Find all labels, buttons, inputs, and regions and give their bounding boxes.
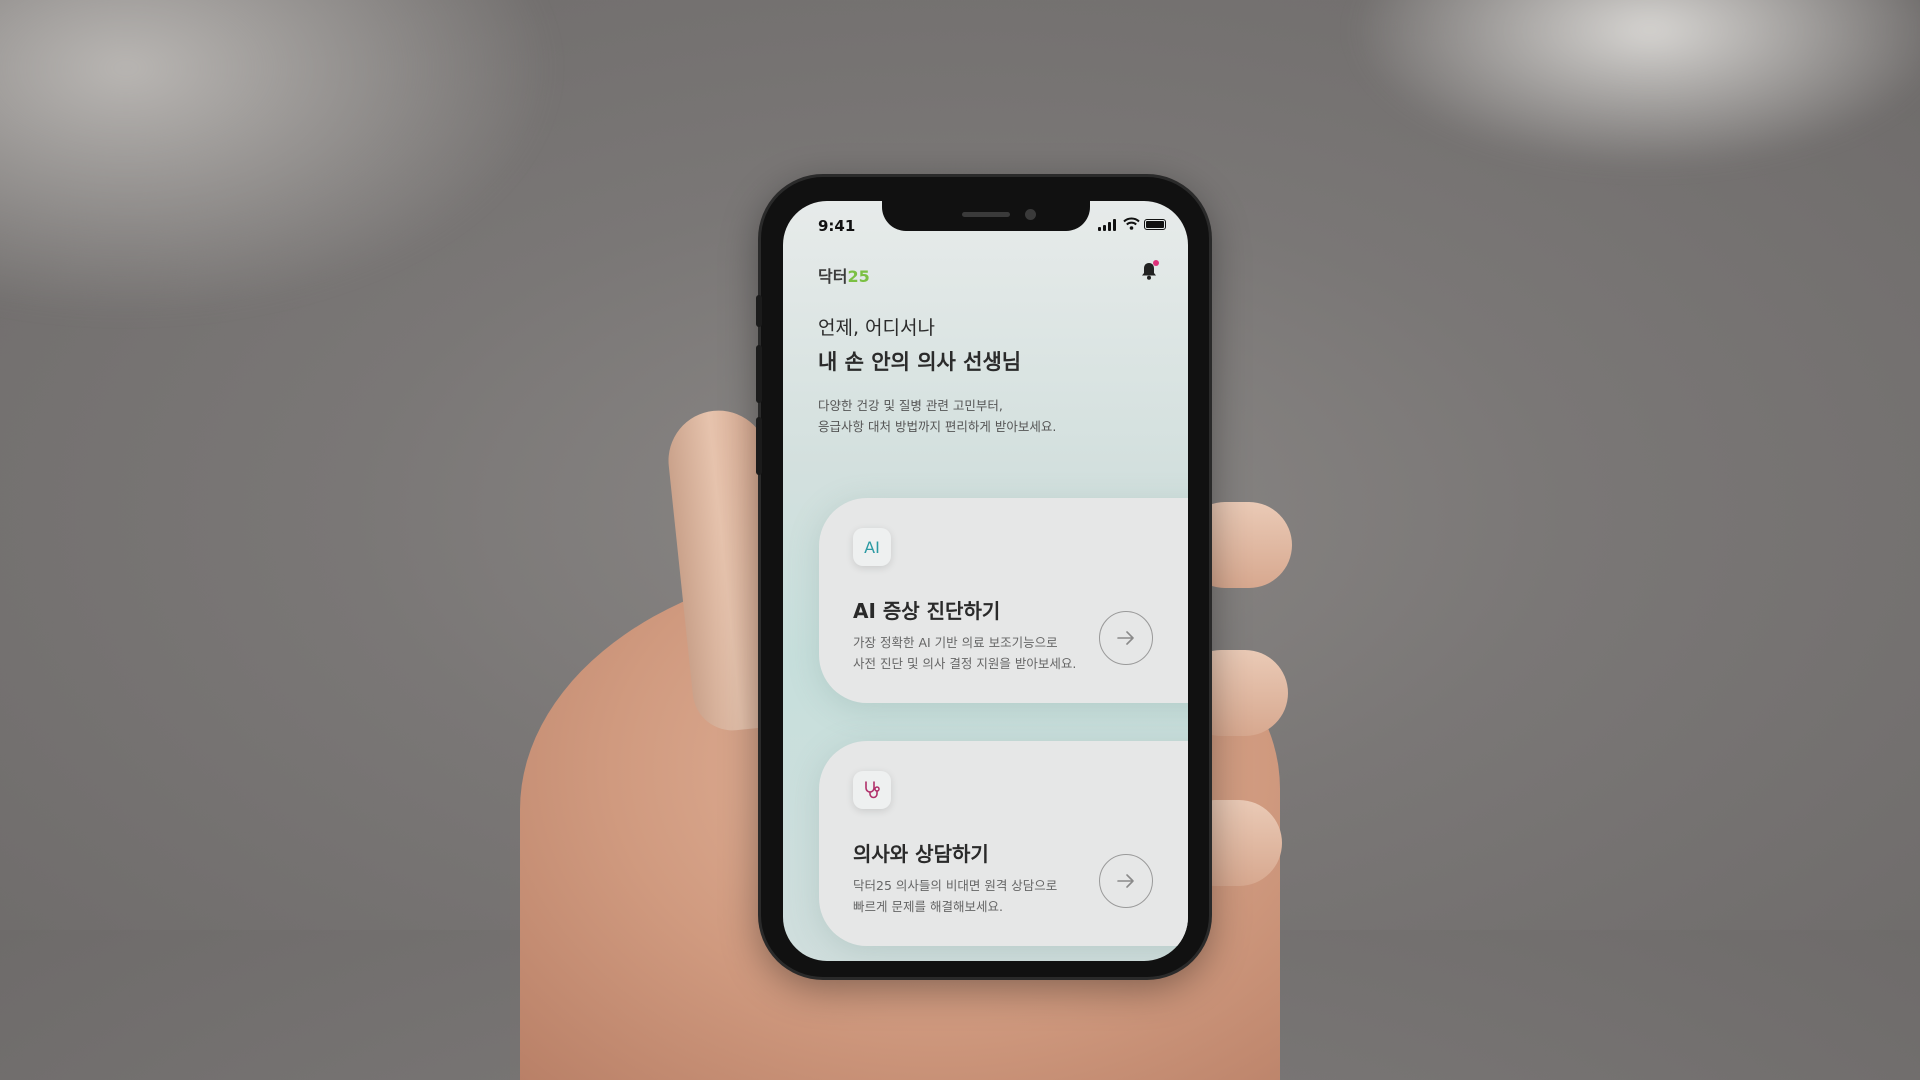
signal-icon bbox=[1103, 225, 1106, 231]
phone-notch bbox=[882, 201, 1090, 231]
phone-side-button bbox=[756, 417, 762, 475]
phone-device: 9:41 닥터25 언제, 어디서나 내 손 안의 의사 선생님 다양한 건강 … bbox=[756, 177, 1209, 977]
arrow-right-button[interactable] bbox=[1099, 854, 1153, 908]
signal-icon bbox=[1098, 227, 1101, 231]
arrow-right-icon bbox=[1117, 631, 1134, 645]
card-description-line2: 빠르게 문제를 해결해보세요. bbox=[853, 899, 1003, 914]
ai-diagnosis-card[interactable]: AI AI 증상 진단하기 가장 정확한 AI 기반 의료 보조기능으로 사전 … bbox=[819, 498, 1188, 703]
status-time: 9:41 bbox=[818, 217, 856, 235]
phone-side-button bbox=[756, 345, 762, 403]
notification-dot bbox=[1153, 260, 1159, 266]
background-blur bbox=[1350, 0, 1920, 170]
notification-bell-icon[interactable] bbox=[1140, 260, 1159, 281]
stethoscope-icon bbox=[853, 771, 891, 809]
card-title: AI 증상 진단하기 bbox=[853, 599, 1001, 623]
app-logo[interactable]: 닥터25 bbox=[818, 263, 870, 287]
doctor-consult-card[interactable]: 의사와 상담하기 닥터25 의사들의 비대면 원격 상담으로 빠르게 문제를 해… bbox=[819, 741, 1188, 946]
battery-icon bbox=[1144, 219, 1166, 230]
card-title: 의사와 상담하기 bbox=[853, 842, 989, 866]
status-icons bbox=[1098, 217, 1170, 231]
hero-headline-line1: 언제, 어디서나 bbox=[818, 317, 935, 339]
arrow-right-icon bbox=[1117, 874, 1134, 888]
phone-side-button bbox=[756, 295, 762, 327]
wifi-icon bbox=[1123, 217, 1140, 230]
hero-description-line2: 응급사항 대처 방법까지 편리하게 받아보세요. bbox=[818, 419, 1057, 434]
background-blur bbox=[0, 0, 560, 320]
card-description-line2: 사전 진단 및 의사 결정 지원을 받아보세요. bbox=[853, 656, 1077, 671]
card-description-line1: 닥터25 의사들의 비대면 원격 상담으로 bbox=[853, 878, 1058, 893]
signal-icon bbox=[1108, 222, 1111, 231]
logo-text: 닥터 bbox=[818, 267, 848, 286]
signal-icon bbox=[1113, 219, 1116, 231]
card-description-line1: 가장 정확한 AI 기반 의료 보조기능으로 bbox=[853, 635, 1058, 650]
ai-icon-label: AI bbox=[864, 537, 880, 557]
hero-description-line1: 다양한 건강 및 질병 관련 고민부터, bbox=[818, 398, 1003, 413]
speaker-grill bbox=[962, 212, 1010, 217]
app-screen: 9:41 닥터25 언제, 어디서나 내 손 안의 의사 선생님 다양한 건강 … bbox=[783, 201, 1188, 961]
hero-headline-line2: 내 손 안의 의사 선생님 bbox=[818, 350, 1022, 374]
arrow-right-button[interactable] bbox=[1099, 611, 1153, 665]
logo-number: 25 bbox=[847, 267, 870, 286]
front-camera bbox=[1025, 209, 1036, 220]
ai-badge-icon: AI bbox=[853, 528, 891, 566]
